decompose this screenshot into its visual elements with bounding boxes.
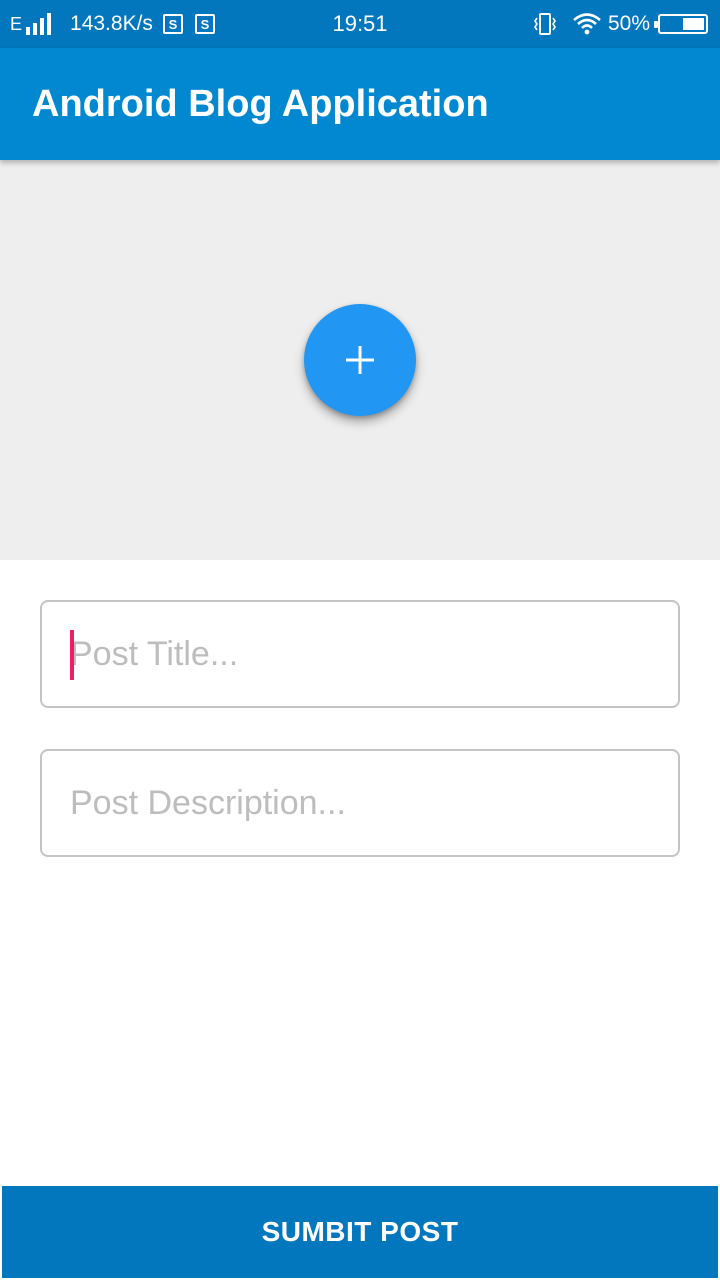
image-picker-area[interactable] — [0, 160, 720, 560]
network-type-label: E — [10, 13, 23, 34]
post-description-field[interactable] — [40, 749, 680, 857]
app-bar: Android Blog Application — [0, 48, 720, 160]
submit-post-button[interactable]: SUMBIT POST — [2, 1186, 718, 1278]
battery-percent: 50% — [607, 12, 650, 35]
wifi-icon — [573, 13, 601, 35]
app-title: Android Blog Application — [32, 83, 489, 125]
notification-s-icon: S — [162, 14, 183, 34]
post-title-field[interactable] — [40, 600, 680, 708]
status-bar-left: E 143.8K/s S S — [10, 0, 227, 48]
battery-icon — [654, 14, 708, 34]
text-cursor — [70, 630, 74, 680]
post-description-input[interactable] — [42, 751, 678, 855]
signal-strength-icon — [26, 13, 54, 35]
network-speed: 143.8K/s — [70, 12, 153, 35]
post-title-input[interactable] — [42, 602, 678, 706]
status-bar-right: 50% — [532, 0, 708, 48]
plus-icon — [346, 346, 374, 374]
add-image-button[interactable] — [304, 304, 416, 416]
status-bar: E 143.8K/s S S 19:51 50% — [0, 0, 720, 48]
notification-s-icon-2: S — [194, 14, 215, 34]
battery-level-fill — [683, 18, 704, 30]
vibrate-icon — [534, 13, 556, 35]
